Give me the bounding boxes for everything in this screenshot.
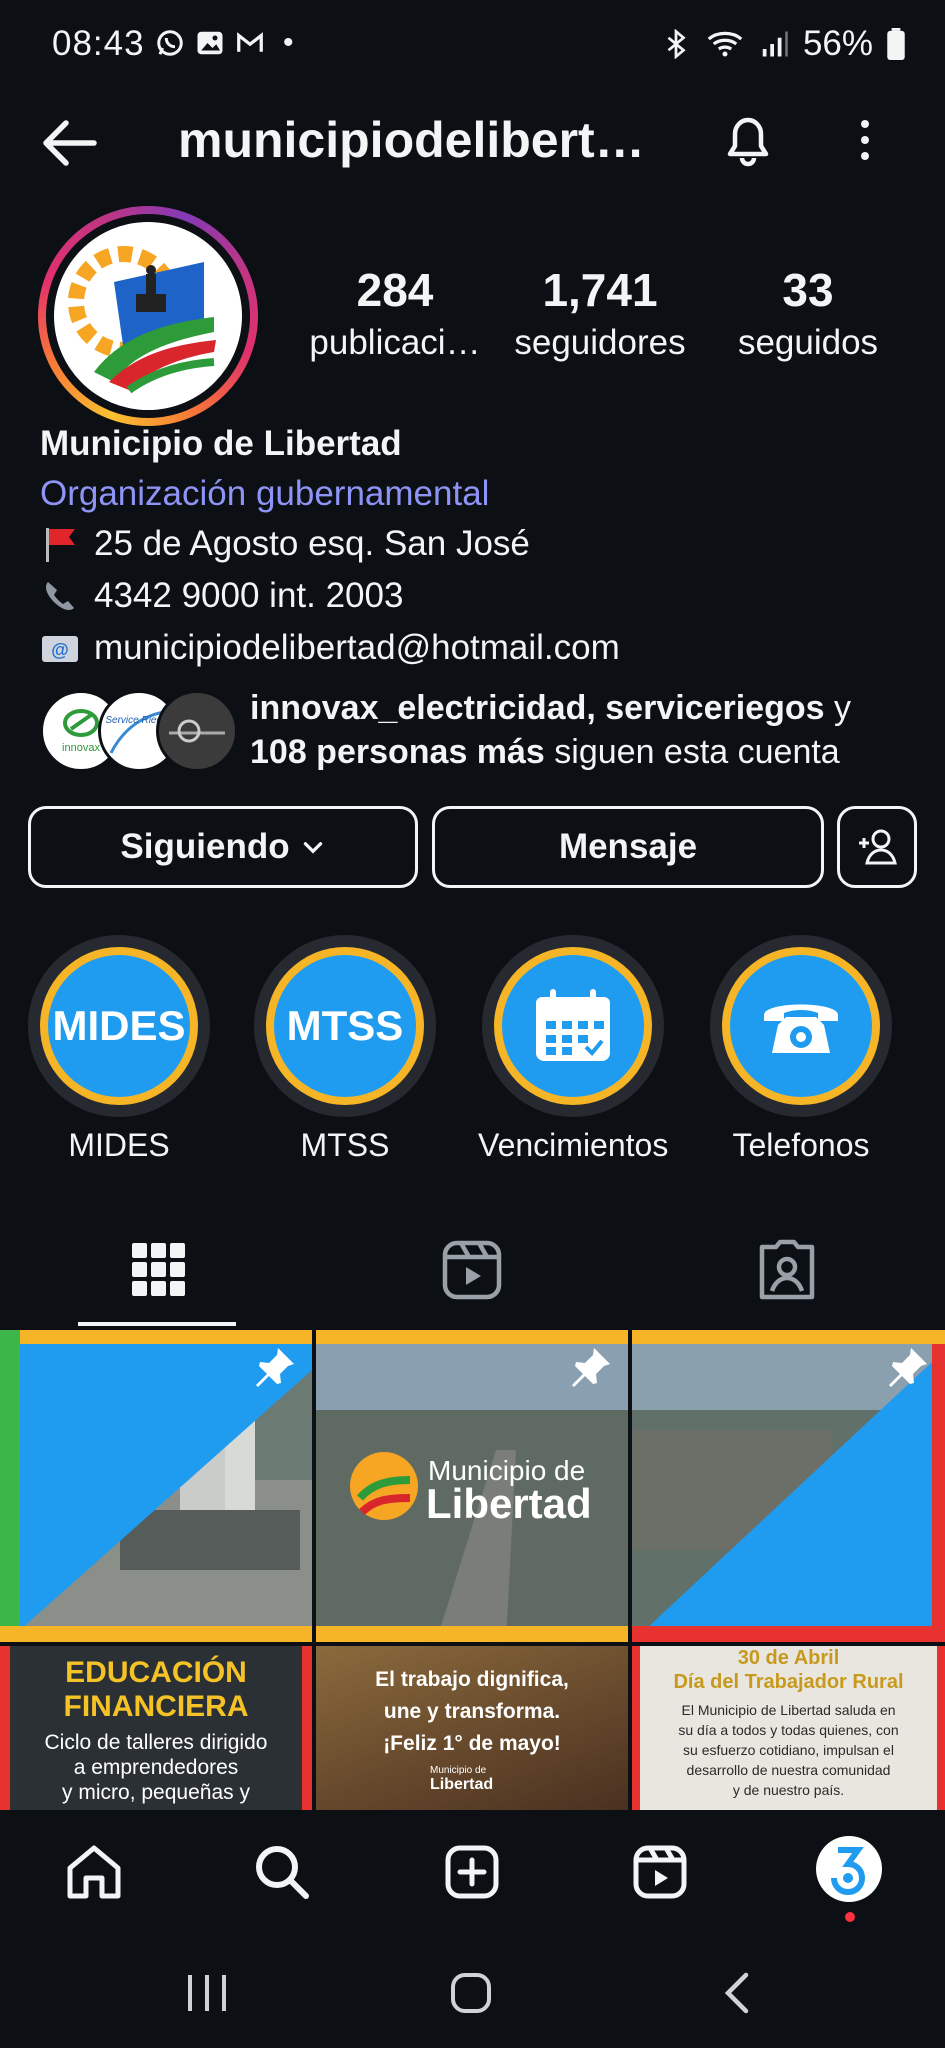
create-icon[interactable]	[440, 1840, 504, 1904]
status-time: 08:43	[52, 24, 145, 63]
pinned-icon	[889, 1348, 927, 1387]
active-tab-indicator	[78, 1322, 236, 1326]
notification-dot	[845, 1912, 855, 1922]
suggest-people-button[interactable]	[837, 806, 917, 888]
telephone-receiver-icon	[46, 582, 74, 610]
status-bar: 08:43 • 56%	[0, 0, 945, 90]
gallery-icon	[197, 31, 223, 55]
bio-email[interactable]: @ municipiodelibertad@hotmail.com	[40, 628, 620, 668]
followed-by-avatars[interactable]: innovax Service Riegos	[40, 690, 240, 772]
following-button[interactable]: Siguiendo	[28, 806, 418, 888]
wifi-icon	[707, 31, 743, 57]
bluetooth-icon	[667, 29, 686, 59]
bottom-navigation	[0, 1810, 945, 1935]
gmail-icon	[237, 32, 263, 52]
profile-display-name: Municipio de Libertad	[40, 424, 402, 463]
telephone-icon	[764, 1004, 838, 1053]
status-dot: •	[283, 26, 294, 59]
more-vertical-icon[interactable]	[845, 112, 885, 172]
home-button-icon[interactable]	[448, 1971, 494, 2015]
add-person-icon	[859, 829, 897, 865]
highlight-mides[interactable]: MIDES MIDES	[24, 935, 214, 1164]
calendar-icon	[536, 989, 610, 1061]
highlight-vencimientos[interactable]: Vencimientos	[478, 935, 668, 1164]
email-icon: @	[42, 636, 78, 662]
search-icon[interactable]	[250, 1840, 314, 1904]
whatsapp-icon	[157, 30, 183, 56]
stat-following[interactable]: 33 seguidos	[718, 262, 898, 368]
home-icon[interactable]	[62, 1840, 126, 1904]
reels-icon[interactable]	[628, 1840, 692, 1904]
signal-icon	[762, 31, 788, 57]
follower-avatar-third	[156, 690, 238, 772]
red-flag-icon	[46, 528, 75, 562]
post-educacion-financiera[interactable]: EDUCACIÓN FINANCIERA Ciclo de talleres d…	[0, 1646, 312, 1810]
post-pinned-3[interactable]	[632, 1330, 945, 1642]
stat-followers[interactable]: 1,741 seguidores	[505, 262, 695, 368]
battery-percent: 56%	[802, 24, 873, 63]
reels-tab-icon[interactable]	[437, 1235, 507, 1305]
pinned-icon	[256, 1348, 294, 1387]
municipio-logo	[54, 222, 242, 410]
message-button[interactable]: Mensaje	[432, 806, 824, 888]
profile-avatar[interactable]	[816, 1836, 882, 1902]
post-pinned-2[interactable]: Municipio de Libertad	[316, 1330, 628, 1642]
recent-apps-icon[interactable]	[184, 1971, 230, 2015]
profile-avatar-story-ring[interactable]	[38, 206, 258, 426]
back-button-icon[interactable]	[718, 1971, 758, 2015]
grid-icon[interactable]	[124, 1235, 194, 1305]
post-pinned-1[interactable]	[0, 1330, 312, 1642]
tagged-icon[interactable]	[752, 1235, 822, 1305]
highlight-mtss[interactable]: MTSS MTSS	[250, 935, 440, 1164]
highlight-telefonos[interactable]: Telefonos	[706, 935, 896, 1164]
battery-icon	[887, 28, 905, 60]
bell-icon[interactable]	[716, 108, 780, 172]
system-navigation-bar	[0, 1935, 945, 2048]
bio-address: 25 de Agosto esq. San José	[40, 524, 530, 564]
followed-by-text[interactable]: innovax_electricidad, serviceriegos y 10…	[250, 686, 910, 774]
svg-text:@: @	[51, 640, 69, 660]
stat-posts[interactable]: 284 publicaci…	[300, 262, 490, 368]
bio-phone: 4342 9000 int. 2003	[40, 576, 403, 616]
svg-text:Libertad: Libertad	[426, 1480, 592, 1527]
post-feliz-1-de-mayo[interactable]: El trabajo dignifica, une y transforma. …	[316, 1646, 628, 1810]
pinned-icon	[572, 1348, 610, 1387]
post-dia-trabajador-rural[interactable]: 30 de Abril Día del Trabajador Rural El …	[632, 1646, 945, 1810]
svg-text:innovax: innovax	[62, 742, 100, 754]
profile-category: Organización gubernamental	[40, 474, 490, 513]
back-arrow-icon[interactable]	[38, 110, 104, 176]
chevron-down-icon	[303, 842, 322, 854]
profile-username: municipiodelibert…	[178, 112, 645, 168]
